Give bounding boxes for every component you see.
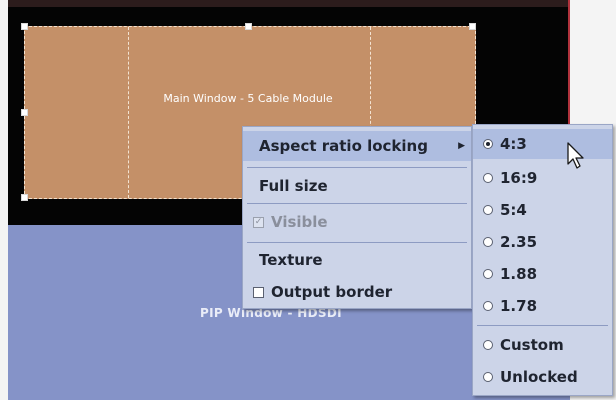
radio-icon (483, 205, 493, 215)
submenu-item-4-3[interactable]: 4:3 (473, 129, 612, 159)
checkbox-checked-icon: ✓ (253, 216, 264, 228)
submenu-item-16-9[interactable]: 16:9 (473, 163, 612, 193)
submenu-item-1-78[interactable]: 1.78 (473, 291, 612, 321)
menu-item-visible[interactable]: ✓ Visible (243, 207, 471, 237)
menu-separator (247, 167, 467, 168)
menu-separator (247, 203, 467, 204)
submenu-item-label: 2.35 (500, 233, 538, 251)
submenu-item-5-4[interactable]: 5:4 (473, 195, 612, 225)
menu-item-label: Full size (259, 177, 328, 195)
menu-item-full-size[interactable]: Full size (243, 171, 471, 201)
submenu-item-unlocked[interactable]: Unlocked (473, 362, 612, 392)
submenu-item-label: 4:3 (500, 135, 527, 153)
menu-item-label: Visible (271, 213, 328, 231)
submenu-item-label: Unlocked (500, 368, 578, 386)
menu-item-aspect-ratio-locking[interactable]: Aspect ratio locking ▶ (243, 131, 471, 161)
menu-item-texture[interactable]: Texture (243, 246, 471, 274)
submenu-item-label: 1.88 (500, 265, 538, 283)
resize-handle-left[interactable] (21, 109, 28, 116)
submenu-item-2-35[interactable]: 2.35 (473, 227, 612, 257)
mouse-pointer-icon (567, 142, 584, 169)
submenu-item-label: 5:4 (500, 201, 527, 219)
resize-handle-top[interactable] (245, 23, 252, 30)
context-menu: Aspect ratio locking ▶ Full size ✓ Visib… (242, 126, 472, 309)
main-window-label: Main Window - 5 Cable Module (163, 92, 333, 105)
submenu-arrow-icon: ▶ (458, 141, 465, 151)
submenu-item-1-88[interactable]: 1.88 (473, 259, 612, 289)
menu-item-output-border[interactable]: Output border (243, 278, 471, 306)
radio-icon (483, 173, 493, 183)
submenu-item-label: Custom (500, 336, 564, 354)
radio-icon (483, 237, 493, 247)
aspect-ratio-submenu: 4:3 16:9 5:4 2.35 1.88 1.78 Custom Unloc… (472, 124, 613, 396)
submenu-item-label: 16:9 (500, 169, 538, 187)
checkbox-unchecked-icon (253, 286, 264, 298)
submenu-item-label: 1.78 (500, 297, 538, 315)
main-window-guide-left (128, 27, 129, 198)
menu-separator (247, 242, 467, 243)
radio-icon (483, 340, 493, 350)
submenu-separator (477, 325, 608, 326)
menu-item-label: Aspect ratio locking (259, 137, 428, 155)
submenu-item-custom[interactable]: Custom (473, 330, 612, 360)
resize-handle-top-right[interactable] (469, 23, 476, 30)
radio-icon (483, 269, 493, 279)
radio-icon (483, 301, 493, 311)
resize-handle-bottom-left[interactable] (21, 194, 28, 201)
resize-handle-top-left[interactable] (21, 23, 28, 30)
radio-selected-icon (483, 139, 493, 149)
menu-item-label: Texture (259, 251, 323, 269)
menu-item-label: Output border (271, 283, 393, 301)
radio-icon (483, 372, 493, 382)
